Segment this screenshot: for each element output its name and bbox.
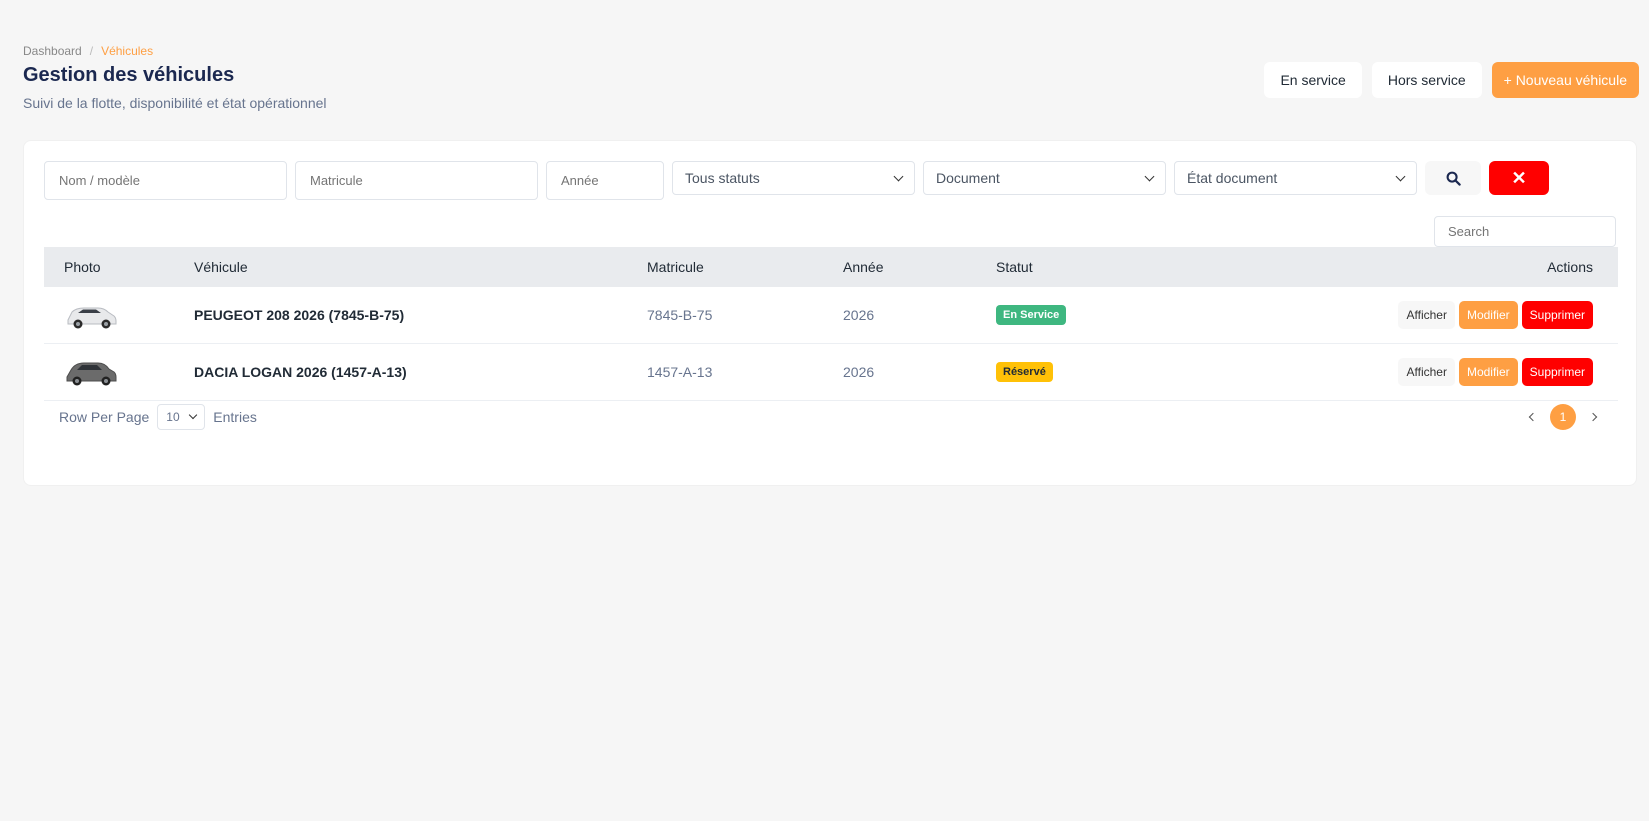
plate-input[interactable] bbox=[295, 161, 538, 200]
rows-per-page-select[interactable]: 10 bbox=[157, 404, 206, 430]
breadcrumb-current: Véhicules bbox=[101, 44, 154, 58]
breadcrumb-separator: / bbox=[89, 44, 94, 58]
document-state-select-value: État document bbox=[1187, 170, 1278, 186]
close-icon: ✕ bbox=[1511, 167, 1527, 188]
header-year[interactable]: Année bbox=[843, 259, 996, 275]
view-button[interactable]: Afficher bbox=[1398, 358, 1455, 386]
filters-bar: Tous statuts Document État document ✕ bbox=[44, 161, 1616, 201]
page-header: Dashboard / Véhicules Gestion des véhicu… bbox=[23, 44, 1639, 124]
breadcrumb-dashboard[interactable]: Dashboard bbox=[23, 44, 82, 58]
rows-per-page-value: 10 bbox=[166, 410, 180, 424]
chevron-down-icon bbox=[893, 171, 904, 181]
chevron-down-icon bbox=[1144, 171, 1155, 181]
chevron-down-icon bbox=[189, 410, 198, 420]
table-row: PEUGEOT 208 2026 (7845-B-75) 7845-B-75 2… bbox=[44, 287, 1618, 344]
status-badge: En Service bbox=[996, 305, 1067, 325]
name-model-input[interactable] bbox=[44, 161, 287, 200]
page-number-button[interactable]: 1 bbox=[1550, 404, 1576, 430]
status-select-value: Tous statuts bbox=[685, 170, 760, 186]
chevron-down-icon bbox=[1395, 171, 1406, 181]
document-state-select[interactable]: État document bbox=[1174, 161, 1417, 195]
table-search-input[interactable] bbox=[1434, 216, 1616, 247]
filter-in-service-button[interactable]: En service bbox=[1264, 62, 1362, 98]
vehicle-year: 2026 bbox=[843, 364, 875, 380]
header-status[interactable]: Statut bbox=[996, 259, 1196, 275]
rows-per-page-label: Row Per Page bbox=[59, 409, 150, 425]
car-icon bbox=[66, 362, 117, 386]
breadcrumb: Dashboard / Véhicules bbox=[23, 44, 1639, 58]
chevron-right-icon[interactable] bbox=[1588, 412, 1598, 422]
vehicle-name: DACIA LOGAN 2026 (1457-A-13) bbox=[194, 364, 407, 380]
filter-out-of-service-button[interactable]: Hors service bbox=[1371, 62, 1482, 98]
year-input[interactable] bbox=[546, 161, 664, 200]
header-plate[interactable]: Matricule bbox=[647, 259, 843, 275]
entries-label: Entries bbox=[213, 409, 257, 425]
header-actions: Actions bbox=[1547, 259, 1593, 275]
status-badge: Réservé bbox=[996, 362, 1053, 382]
chevron-left-icon[interactable] bbox=[1528, 412, 1538, 422]
edit-button[interactable]: Modifier bbox=[1458, 301, 1518, 329]
document-select-value: Document bbox=[936, 170, 1000, 186]
table-row: DACIA LOGAN 2026 (1457-A-13) 1457-A-13 2… bbox=[44, 344, 1618, 401]
vehicles-table: Photo Véhicule Matricule Année Statut Ac… bbox=[44, 247, 1618, 401]
header-actions: En service Hors service + Nouveau véhicu… bbox=[1264, 62, 1639, 98]
vehicle-photo bbox=[44, 357, 194, 387]
vehicle-plate: 1457-A-13 bbox=[647, 364, 713, 380]
row-actions: Afficher Modifier Supprimer bbox=[1196, 301, 1618, 329]
row-actions: Afficher Modifier Supprimer bbox=[1196, 358, 1618, 386]
view-button[interactable]: Afficher bbox=[1398, 301, 1455, 329]
table-header: Photo Véhicule Matricule Année Statut Ac… bbox=[44, 247, 1618, 287]
clear-filters-button[interactable]: ✕ bbox=[1489, 161, 1549, 195]
pagination: 1 bbox=[1528, 404, 1598, 430]
status-cell: Réservé bbox=[996, 362, 1196, 382]
header-vehicle[interactable]: Véhicule bbox=[194, 259, 647, 275]
edit-button[interactable]: Modifier bbox=[1458, 358, 1518, 386]
vehicle-plate: 7845-B-75 bbox=[647, 307, 713, 323]
document-select[interactable]: Document bbox=[923, 161, 1166, 195]
car-icon bbox=[67, 307, 117, 329]
vehicle-photo bbox=[44, 300, 194, 330]
table-footer: Row Per Page 10 Entries 1 bbox=[44, 395, 1618, 439]
vehicle-name: PEUGEOT 208 2026 (7845-B-75) bbox=[194, 307, 405, 323]
new-vehicle-button[interactable]: + Nouveau véhicule bbox=[1491, 62, 1639, 98]
vehicle-year: 2026 bbox=[843, 307, 875, 323]
vehicles-card: Tous statuts Document État document ✕ Ph… bbox=[23, 140, 1637, 486]
header-photo[interactable]: Photo bbox=[44, 259, 194, 275]
status-cell: En Service bbox=[996, 305, 1196, 325]
search-button[interactable] bbox=[1425, 161, 1481, 195]
delete-button[interactable]: Supprimer bbox=[1521, 301, 1593, 329]
delete-button[interactable]: Supprimer bbox=[1521, 358, 1593, 386]
status-select[interactable]: Tous statuts bbox=[672, 161, 915, 195]
search-icon bbox=[1446, 171, 1461, 186]
